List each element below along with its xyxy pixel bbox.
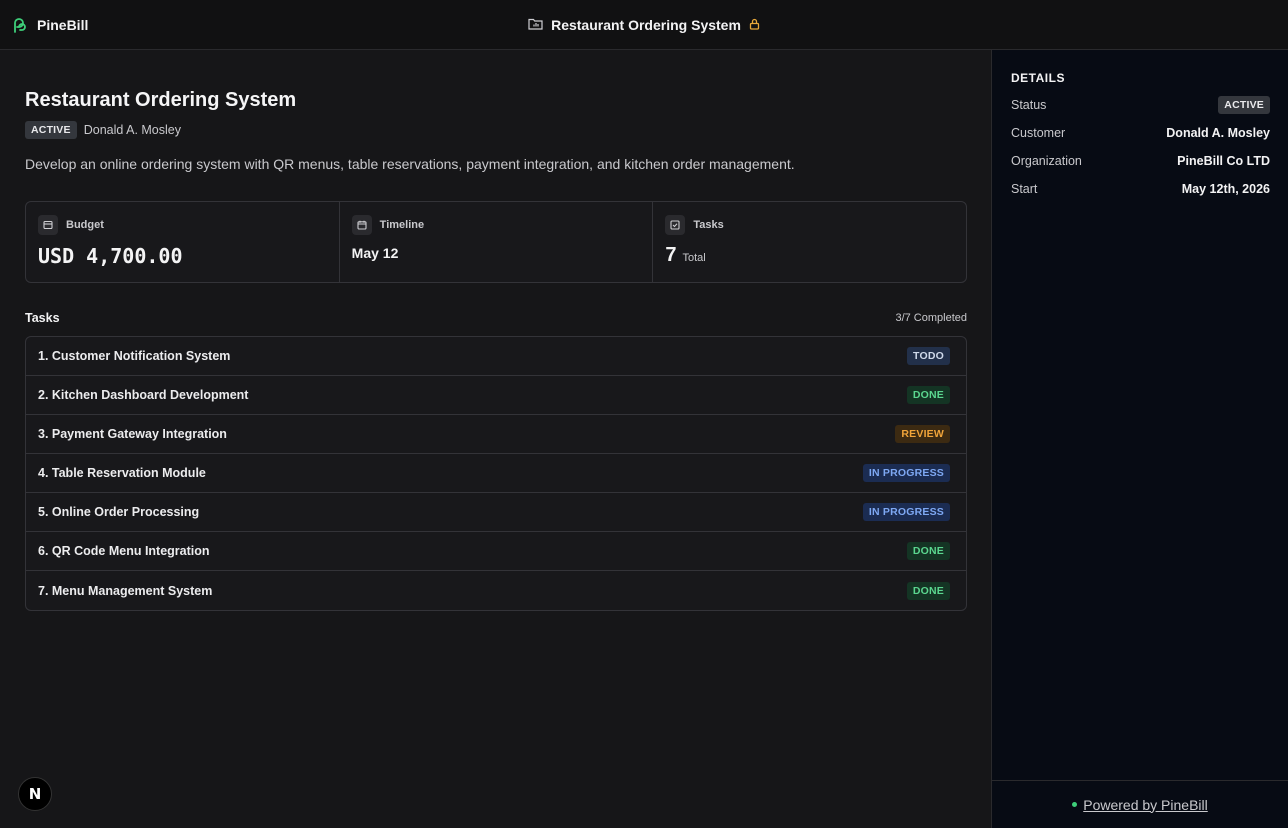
details-sidebar: DETAILS Status ACTIVE Customer Donald A.… <box>991 50 1288 828</box>
budget-value: USD 4,700.00 <box>38 244 183 268</box>
tasks-completed: 3/7 Completed <box>895 312 967 324</box>
status-badge: ACTIVE <box>25 121 77 139</box>
nextjs-logo-icon: N <box>28 785 42 803</box>
detail-start-label: Start <box>1011 182 1038 196</box>
page-title: Restaurant Ordering System <box>25 89 297 111</box>
top-bar: PineBill Restaurant Ordering System <box>0 0 1288 50</box>
detail-start-value: May 12th, 2026 <box>1181 182 1270 196</box>
checkbox-icon <box>665 215 686 235</box>
task-row[interactable]: 1. Customer Notification System TODO <box>26 337 966 376</box>
sidebar-footer: Powered by PineBill <box>992 780 1288 828</box>
folder-icon <box>528 17 543 33</box>
calendar-icon <box>351 215 372 235</box>
task-status-badge: IN PROGRESS <box>862 503 950 521</box>
detail-status: Status ACTIVE <box>1011 95 1270 115</box>
tasks-count: 7 Total <box>665 244 705 268</box>
tasks-count-label: Total <box>682 252 706 264</box>
task-status-badge: REVIEW <box>895 425 950 443</box>
powered-by-link[interactable]: Powered by PineBill <box>1083 797 1208 813</box>
main-content: Restaurant Ordering System ACTIVE Donald… <box>0 50 991 828</box>
timeline-label: Timeline <box>379 219 425 231</box>
task-list: 1. Customer Notification System TODO 2. … <box>25 336 967 611</box>
task-status-badge: DONE <box>906 542 950 560</box>
budget-stat: Budget USD 4,700.00 <box>26 202 340 282</box>
detail-status-badge: ACTIVE <box>1218 96 1270 114</box>
task-row[interactable]: 6. QR Code Menu Integration DONE <box>26 532 966 571</box>
header-title-text: Restaurant Ordering System <box>551 17 741 33</box>
detail-customer-value: Donald A. Mosley <box>1166 126 1270 140</box>
status-dot-icon <box>1072 802 1078 807</box>
timeline-value: May 12 <box>351 245 399 261</box>
task-status-badge: IN PROGRESS <box>862 464 950 482</box>
tasks-count-number: 7 <box>665 244 677 266</box>
details-heading: DETAILS <box>1011 71 1065 85</box>
detail-organization-value: PineBill Co LTD <box>1177 154 1270 168</box>
budget-label: Budget <box>66 219 104 231</box>
detail-status-label: Status <box>1011 98 1047 112</box>
task-title: 1. Customer Notification System <box>38 349 231 363</box>
tasks-stat-label: Tasks <box>693 219 724 231</box>
task-title: 3. Payment Gateway Integration <box>38 427 227 441</box>
tasks-header: Tasks 3/7 Completed <box>25 310 967 326</box>
task-row[interactable]: 7. Menu Management System DONE <box>26 571 966 610</box>
header-project-title: Restaurant Ordering System <box>0 14 1288 36</box>
task-row[interactable]: 5. Online Order Processing IN PROGRESS <box>26 493 966 532</box>
stats-panel: Budget USD 4,700.00 Timeline May 12 Task… <box>25 201 967 283</box>
task-status-badge: DONE <box>906 581 950 600</box>
detail-organization: Organization PineBill Co LTD <box>1011 151 1270 171</box>
dev-tools-button[interactable]: N <box>18 777 52 811</box>
wallet-icon <box>38 215 58 235</box>
project-customer: Donald A. Mosley <box>83 123 181 137</box>
task-row[interactable]: 3. Payment Gateway Integration REVIEW <box>26 415 966 454</box>
task-row[interactable]: 4. Table Reservation Module IN PROGRESS <box>26 454 966 493</box>
task-title: 6. QR Code Menu Integration <box>38 544 210 558</box>
detail-organization-label: Organization <box>1011 154 1082 168</box>
detail-start: Start May 12th, 2026 <box>1011 179 1270 199</box>
detail-customer: Customer Donald A. Mosley <box>1011 123 1270 143</box>
task-title: 5. Online Order Processing <box>38 505 200 519</box>
tasks-heading: Tasks <box>25 311 60 325</box>
task-title: 4. Table Reservation Module <box>38 466 206 480</box>
lock-icon <box>749 17 760 33</box>
task-title: 2. Kitchen Dashboard Development <box>38 388 249 402</box>
task-status-badge: TODO <box>907 347 950 365</box>
tasks-stat: Tasks 7 Total <box>653 202 966 282</box>
project-description: Develop an online ordering system with Q… <box>25 156 795 172</box>
timeline-stat: Timeline May 12 <box>340 202 654 282</box>
task-row[interactable]: 2. Kitchen Dashboard Development DONE <box>26 376 966 415</box>
task-title: 7. Menu Management System <box>38 583 213 598</box>
task-status-badge: DONE <box>906 386 950 404</box>
detail-customer-label: Customer <box>1011 126 1066 140</box>
project-meta: ACTIVE Donald A. Mosley <box>25 121 181 139</box>
